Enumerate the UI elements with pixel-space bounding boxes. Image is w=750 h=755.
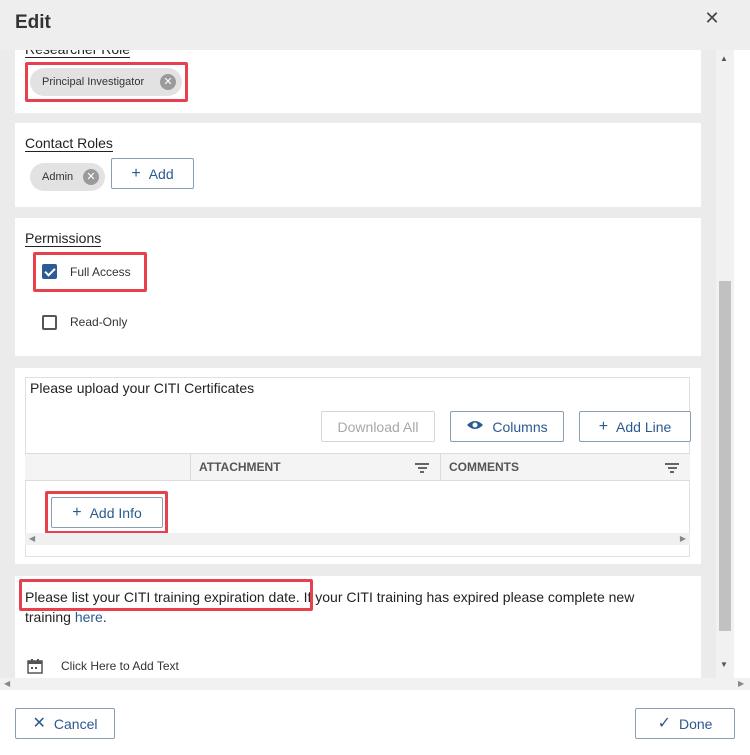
highlight-box	[19, 579, 313, 611]
citi-training-rest-text: If your CITI training has expired please…	[299, 589, 635, 605]
plus-icon: +	[131, 164, 141, 182]
add-line-button[interactable]: + Add Line	[579, 411, 691, 442]
close-icon[interactable]: ✕	[702, 9, 722, 29]
filter-icon[interactable]	[665, 463, 679, 473]
dialog-titlebar: Edit ✕	[0, 0, 750, 50]
horizontal-scrollbar[interactable]: ◀ ▶	[0, 678, 750, 690]
column-separator	[440, 454, 441, 480]
scroll-up-icon[interactable]: ▲	[720, 54, 728, 63]
scrollbar-thumb[interactable]	[719, 281, 731, 631]
button-label: Add	[148, 165, 174, 182]
researcher-role-label: Researcher Role	[25, 50, 131, 58]
contact-roles-card: Contact Roles Admin ✕ + Add	[15, 123, 701, 207]
filter-icon[interactable]	[415, 463, 429, 473]
scroll-right-icon[interactable]: ▶	[738, 678, 744, 690]
table-header-row: ATTACHMENT COMMENTS	[25, 453, 690, 481]
vertical-scrollbar[interactable]: ▲ ▼	[716, 50, 734, 678]
column-header-comments[interactable]: COMMENTS	[449, 454, 519, 480]
dialog-footer: ✕ Cancel ✓ Done	[0, 690, 750, 755]
highlight-box	[45, 491, 168, 534]
scroll-left-icon[interactable]: ◀	[29, 533, 35, 545]
chip-admin: Admin ✕	[30, 163, 105, 191]
dialog-content[interactable]: Researcher Role Principal Investigator ✕…	[0, 50, 716, 678]
button-label: Add Line	[616, 418, 672, 435]
researcher-role-card: Researcher Role Principal Investigator ✕	[15, 50, 701, 113]
read-only-label: Read-Only	[70, 315, 128, 329]
here-link[interactable]: here	[75, 609, 103, 625]
grid-horizontal-scrollbar[interactable]: ◀ ▶	[25, 533, 690, 545]
add-text-field[interactable]: Click Here to Add Text	[61, 659, 179, 673]
download-all-button[interactable]: Download All	[321, 411, 435, 442]
citi-training-card: Please list your CITI training expiratio…	[15, 576, 701, 678]
remove-chip-icon[interactable]: ✕	[83, 169, 99, 185]
close-icon: ✕	[32, 714, 46, 732]
button-label: Cancel	[53, 715, 98, 732]
citi-upload-card: Please upload your CITI Certificates Dow…	[15, 368, 701, 564]
calendar-icon[interactable]	[27, 658, 43, 674]
check-icon: ✓	[657, 714, 671, 732]
cancel-button[interactable]: ✕ Cancel	[15, 708, 115, 739]
plus-icon: +	[598, 417, 609, 435]
chip-label: Admin	[42, 171, 74, 183]
scroll-right-icon[interactable]: ▶	[680, 533, 686, 545]
done-button[interactable]: ✓ Done	[635, 708, 735, 739]
button-label: Done	[678, 715, 713, 732]
column-header-attachment[interactable]: ATTACHMENT	[199, 454, 281, 480]
read-only-checkbox[interactable]	[42, 315, 57, 330]
citi-training-line2-prefix: training	[25, 609, 75, 625]
citi-upload-title: Please upload your CITI Certificates	[30, 380, 255, 396]
highlight-box	[25, 62, 188, 102]
highlight-box	[33, 252, 147, 292]
scroll-left-icon[interactable]: ◀	[4, 678, 10, 690]
column-separator	[190, 454, 191, 480]
contact-roles-label: Contact Roles	[25, 135, 113, 152]
columns-button[interactable]: Columns	[450, 411, 564, 442]
button-label: Columns	[492, 418, 548, 435]
button-label: Download All	[337, 418, 419, 435]
add-contact-role-button[interactable]: + Add	[111, 158, 194, 189]
citi-training-line2-suffix: .	[102, 609, 107, 625]
eye-icon	[466, 419, 484, 435]
permissions-card: Permissions Full Access Read-Only	[15, 218, 701, 356]
permissions-label: Permissions	[25, 230, 102, 247]
scroll-down-icon[interactable]: ▼	[720, 660, 728, 669]
dialog-title: Edit	[15, 12, 51, 33]
